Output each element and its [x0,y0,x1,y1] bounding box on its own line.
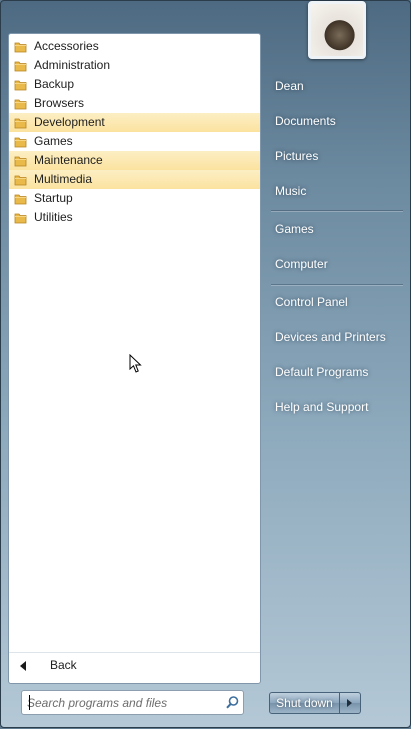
start-menu: Accessories Administration Backup Browse… [0,0,411,728]
program-folder-administration[interactable]: Administration [9,56,260,75]
search-box[interactable] [21,690,244,715]
folder-icon [14,194,27,205]
program-label: Development [34,115,105,129]
text-caret [29,695,30,710]
program-label: Maintenance [34,153,103,167]
nav-item-pictures[interactable]: Pictures [275,146,318,166]
shutdown-options-button[interactable] [340,692,361,714]
program-label: Administration [34,58,111,72]
nav-item-help-and-support[interactable]: Help and Support [275,397,368,417]
shutdown-button[interactable]: Shut down [269,692,340,714]
nav-item-computer[interactable]: Computer [275,254,328,274]
folder-icon [14,175,27,186]
chevron-right-icon [347,699,352,707]
folder-icon [14,213,27,224]
program-label: Multimedia [34,172,93,186]
program-folder-games[interactable]: Games [9,132,260,151]
folder-icon [14,137,27,148]
search-icon[interactable] [225,695,240,710]
program-label: Backup [34,77,75,91]
nav-item-documents[interactable]: Documents [275,111,336,131]
folder-icon [14,42,27,53]
program-folder-multimedia[interactable]: Multimedia [9,170,260,189]
folder-icon [14,61,27,72]
nav-item-default-programs[interactable]: Default Programs [275,362,368,382]
program-label: Utilities [34,210,73,224]
folder-icon [14,80,27,91]
program-folder-development[interactable]: Development [9,113,260,132]
program-folder-startup[interactable]: Startup [9,189,260,208]
program-folder-backup[interactable]: Backup [9,75,260,94]
back-arrow-icon [20,661,26,671]
program-folder-accessories[interactable]: Accessories [9,37,260,56]
program-label: Browsers [34,96,85,110]
folder-icon [14,118,27,129]
separator [271,284,403,285]
nav-item-user[interactable]: Dean [275,76,304,96]
places-pane: Dean Documents Pictures Music Games Comp… [263,1,411,729]
mouse-pointer-icon [129,354,142,373]
program-label: Games [34,134,73,148]
nav-item-music[interactable]: Music [275,181,306,201]
shutdown-group: Shut down [269,692,361,714]
nav-item-control-panel[interactable]: Control Panel [275,292,348,312]
folder-icon [14,156,27,167]
program-label: Startup [34,191,73,205]
program-folder-browsers[interactable]: Browsers [9,94,260,113]
nav-item-devices-and-printers[interactable]: Devices and Printers [275,327,386,347]
separator [271,210,403,211]
program-folder-utilities[interactable]: Utilities [9,208,260,227]
back-label: Back [50,658,77,672]
nav-item-games[interactable]: Games [275,219,314,239]
search-input[interactable] [27,694,217,711]
programs-list: Accessories Administration Backup Browse… [9,37,260,227]
back-button[interactable]: Back [9,652,260,678]
program-folder-maintenance[interactable]: Maintenance [9,151,260,170]
user-avatar[interactable] [308,1,366,59]
program-label: Accessories [34,39,99,53]
folder-icon [14,99,27,110]
